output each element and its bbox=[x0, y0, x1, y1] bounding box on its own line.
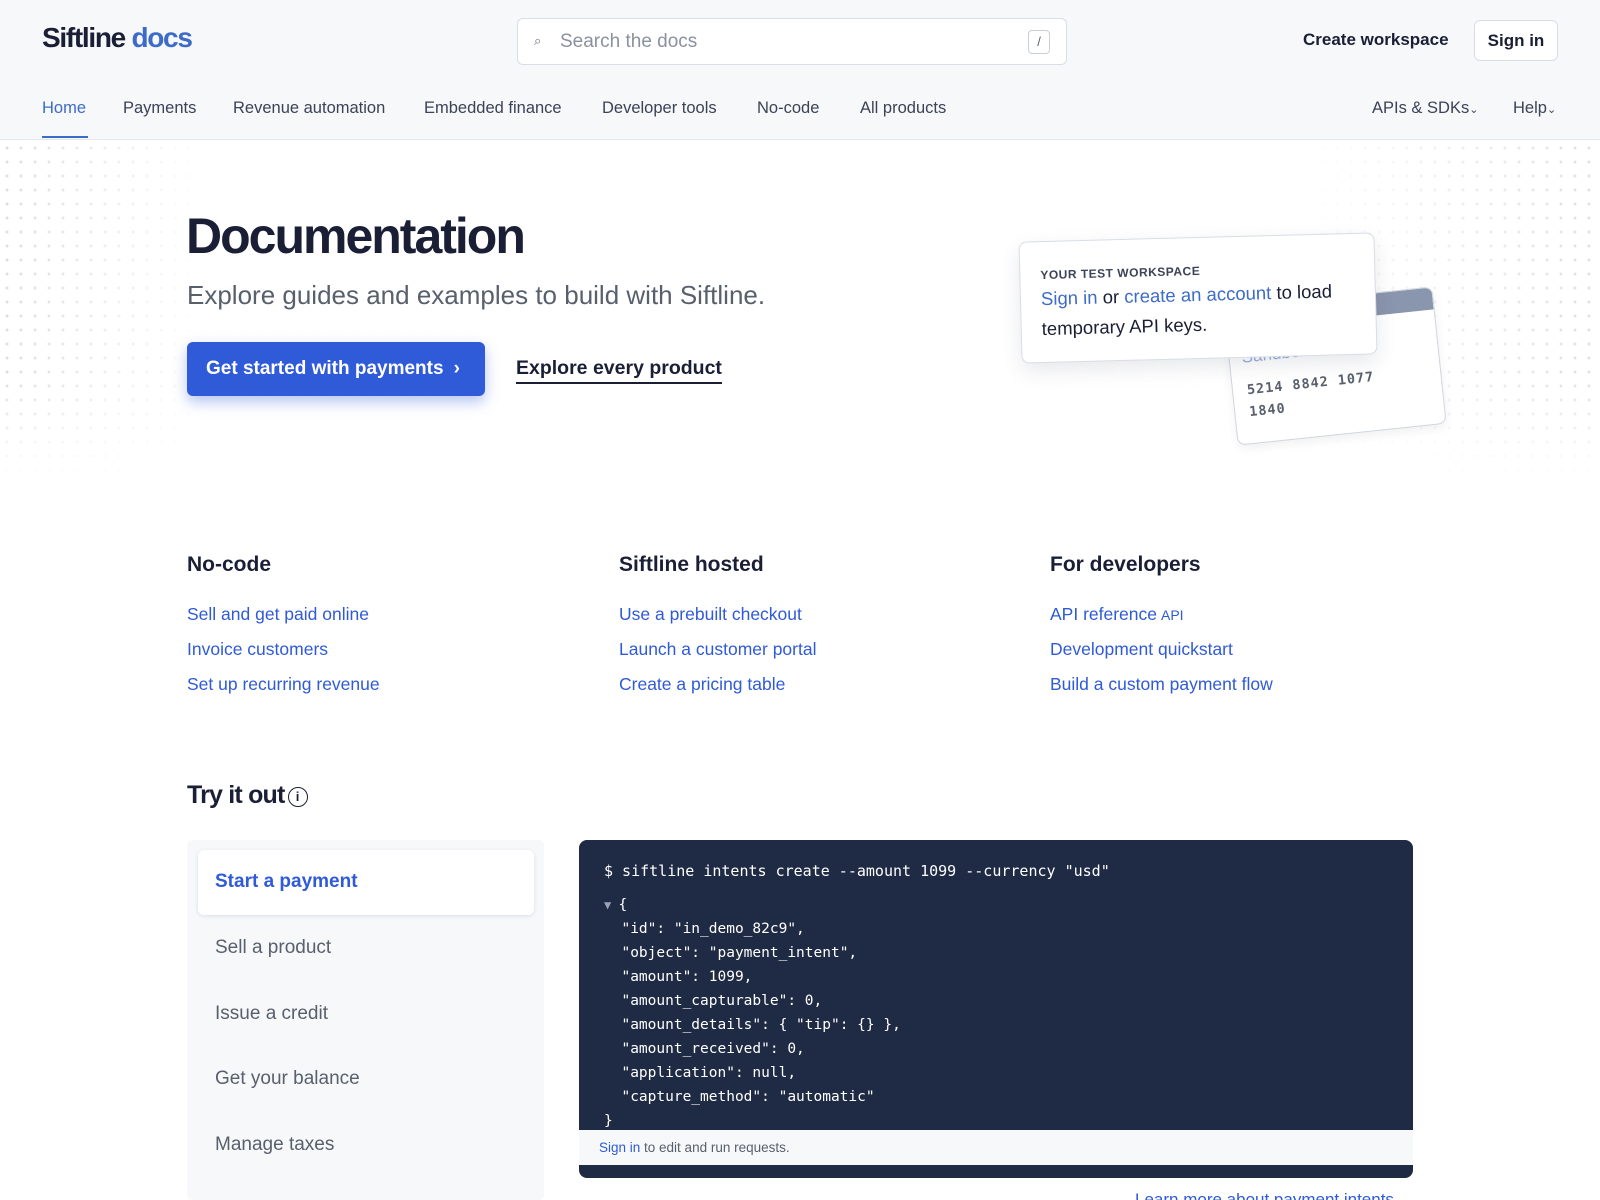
link-recurring-revenue[interactable]: Set up recurring revenue bbox=[187, 674, 380, 695]
page-title: Documentation bbox=[186, 208, 526, 264]
json-line: } bbox=[604, 1113, 613, 1129]
get-started-label: Get started with payments bbox=[206, 358, 444, 379]
test-workspace-heading: YOUR TEST WORKSPACE bbox=[1040, 263, 1201, 283]
create-account-link[interactable]: create an account bbox=[1124, 282, 1272, 307]
workspace-or-text: or bbox=[1097, 285, 1125, 308]
nav-help-label: Help bbox=[1513, 99, 1547, 117]
json-line: "amount_capturable": 0, bbox=[604, 993, 823, 1009]
link-customer-portal[interactable]: Launch a customer portal bbox=[619, 639, 816, 660]
nav-revenue-automation[interactable]: Revenue automation bbox=[233, 99, 385, 118]
get-started-payments-button[interactable]: Get started with payments › bbox=[187, 342, 485, 396]
sign-in-button[interactable]: Sign in bbox=[1474, 20, 1558, 61]
json-line: "id": "in_demo_82c9", bbox=[604, 921, 805, 937]
code-panel: $ siftline intents create --amount 1099 … bbox=[579, 840, 1413, 1178]
create-workspace-link[interactable]: Create workspace bbox=[1303, 30, 1449, 50]
code-sign-in-link[interactable]: Sign in bbox=[599, 1140, 640, 1155]
api-reference-label: API reference bbox=[1050, 604, 1157, 624]
try-it-out-title: Try it out bbox=[187, 781, 285, 809]
json-line: "amount_received": 0, bbox=[604, 1041, 805, 1057]
nav-apis-sdks[interactable]: APIs & SDKs⌄ bbox=[1372, 99, 1478, 118]
explore-products-link[interactable]: Explore every product bbox=[516, 357, 722, 384]
column-heading-developers: For developers bbox=[1050, 553, 1201, 576]
json-line: "capture_method": "automatic" bbox=[604, 1089, 875, 1105]
top-header: Siftline docs ⌕ Search the docs / Create… bbox=[0, 0, 1600, 140]
link-invoice-customers[interactable]: Invoice customers bbox=[187, 639, 328, 660]
search-input[interactable]: ⌕ Search the docs / bbox=[517, 18, 1067, 65]
nav-no-code[interactable]: No-code bbox=[757, 99, 819, 118]
nav-developer-tools[interactable]: Developer tools bbox=[602, 99, 717, 118]
example-issue-credit[interactable]: Issue a credit bbox=[215, 1003, 328, 1025]
api-badge: API bbox=[1161, 607, 1184, 623]
example-sell-product[interactable]: Sell a product bbox=[215, 937, 331, 959]
info-icon[interactable]: i bbox=[287, 787, 308, 807]
json-line: { bbox=[618, 897, 628, 913]
site-logo[interactable]: Siftline docs bbox=[42, 22, 193, 54]
json-line: "object": "payment_intent", bbox=[604, 945, 858, 961]
json-line: "application": null, bbox=[604, 1065, 797, 1081]
json-line: "amount": 1099, bbox=[604, 969, 753, 985]
search-shortcut-hint: / bbox=[1028, 30, 1050, 54]
nav-payments[interactable]: Payments bbox=[123, 99, 196, 118]
code-panel-footer: Sign in to edit and run requests. bbox=[579, 1130, 1413, 1165]
example-manage-taxes[interactable]: Manage taxes bbox=[215, 1134, 334, 1156]
workspace-sign-in-link[interactable]: Sign in bbox=[1041, 287, 1098, 309]
collapse-triangle-icon[interactable]: ▼ bbox=[604, 898, 618, 912]
chevron-right-icon: › bbox=[453, 358, 460, 379]
nav-all-products[interactable]: All products bbox=[860, 99, 946, 118]
chevron-down-icon: ⌄ bbox=[1469, 104, 1479, 116]
test-workspace-card: YOUR TEST WORKSPACE Sign in or create an… bbox=[1018, 232, 1378, 364]
learn-more-link[interactable]: Learn more about payment intents bbox=[1135, 1190, 1394, 1200]
link-custom-payment-flow[interactable]: Build a custom payment flow bbox=[1050, 674, 1273, 695]
chevron-down-icon: ⌄ bbox=[1546, 104, 1557, 116]
cli-command: $ siftline intents create --amount 1099 … bbox=[604, 862, 1110, 880]
search-icon: ⌕ bbox=[534, 33, 542, 48]
column-heading-hosted: Siftline hosted bbox=[619, 553, 764, 576]
link-dev-quickstart[interactable]: Development quickstart bbox=[1050, 639, 1233, 660]
link-prebuilt-checkout[interactable]: Use a prebuilt checkout bbox=[619, 604, 802, 625]
example-get-balance[interactable]: Get your balance bbox=[215, 1068, 360, 1090]
column-heading-no-code: No-code bbox=[187, 553, 271, 576]
link-api-reference[interactable]: API reference API bbox=[1050, 604, 1184, 625]
nav-active-indicator bbox=[42, 136, 88, 138]
page-subtitle: Explore guides and examples to build wit… bbox=[187, 280, 766, 310]
nav-home[interactable]: Home bbox=[42, 99, 86, 118]
link-sell-online[interactable]: Sell and get paid online bbox=[187, 604, 369, 625]
json-line: "amount_details": { "tip": {} }, bbox=[604, 1017, 901, 1033]
test-workspace-message: Sign in or create an account to load tem… bbox=[1041, 276, 1362, 344]
nav-apis-sdks-label: APIs & SDKs bbox=[1372, 99, 1470, 117]
logo-brand: Siftline bbox=[42, 22, 126, 53]
code-footer-text: to edit and run requests. bbox=[640, 1140, 790, 1155]
example-start-payment[interactable]: Start a payment bbox=[215, 871, 358, 893]
nav-help[interactable]: Help⌄ bbox=[1513, 99, 1556, 118]
link-pricing-table[interactable]: Create a pricing table bbox=[619, 674, 785, 695]
logo-suffix: docs bbox=[131, 22, 192, 53]
nav-embedded-finance[interactable]: Embedded finance bbox=[424, 99, 562, 118]
try-it-out-heading: Try it out i bbox=[187, 781, 308, 810]
sandbox-card-number: 5214 8842 1077 1840 bbox=[1246, 369, 1375, 421]
search-placeholder: Search the docs bbox=[560, 31, 698, 52]
json-response: ▼ { "id": "in_demo_82c9", "object": "pay… bbox=[604, 893, 901, 1133]
